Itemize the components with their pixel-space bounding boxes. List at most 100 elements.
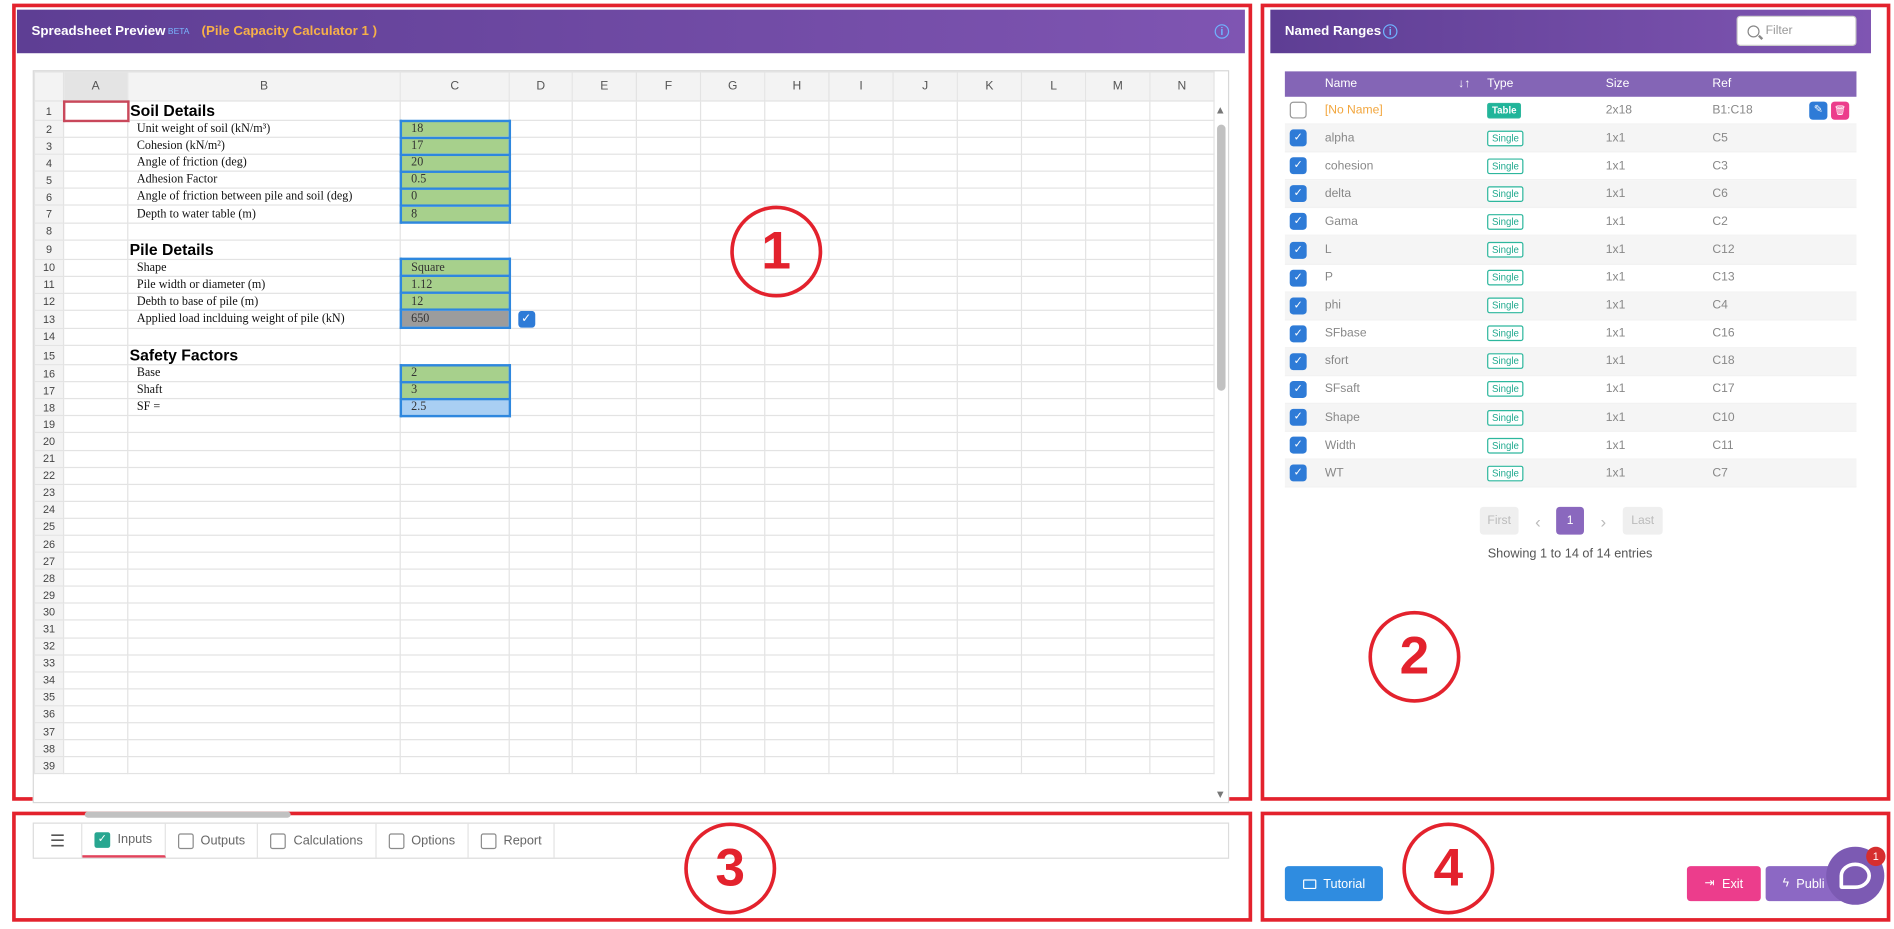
cell[interactable] [62, 170, 129, 190]
cell[interactable] [399, 100, 510, 121]
input-cell[interactable]: 650 [399, 308, 511, 330]
cell[interactable] [1085, 619, 1151, 639]
cell[interactable] [1020, 187, 1087, 207]
cell[interactable] [1149, 500, 1215, 519]
row-number[interactable]: 35 [33, 688, 65, 707]
cell[interactable] [127, 670, 401, 690]
cell[interactable] [828, 275, 894, 294]
cell[interactable] [892, 327, 958, 346]
cell[interactable] [127, 449, 401, 468]
input-cell[interactable]: 12 [399, 291, 511, 312]
named-range-row[interactable]: ✓ SFbase Single 1x1 C16 [1284, 320, 1857, 349]
input-cell[interactable]: 0 [399, 187, 511, 207]
cell[interactable] [892, 204, 958, 224]
cell[interactable] [571, 585, 637, 605]
cell[interactable] [1149, 258, 1215, 277]
named-range-row[interactable]: ✓ phi Single 1x1 C4 [1284, 292, 1857, 321]
cell[interactable] [699, 534, 766, 553]
cell[interactable] [508, 517, 573, 536]
cell[interactable] [699, 153, 766, 173]
cell[interactable] [62, 602, 129, 622]
cell[interactable] [892, 275, 958, 294]
cell[interactable] [62, 258, 129, 277]
cell[interactable] [62, 119, 129, 139]
cell[interactable] [764, 739, 830, 758]
cell[interactable] [699, 344, 766, 366]
cell[interactable] [956, 119, 1023, 139]
corner-cell[interactable] [33, 71, 65, 102]
cell[interactable] [699, 619, 766, 639]
cell[interactable] [1020, 119, 1087, 139]
cell[interactable] [571, 239, 637, 260]
cell[interactable] [508, 688, 573, 707]
cell[interactable] [62, 239, 129, 260]
cell[interactable] [399, 602, 510, 622]
cell[interactable] [764, 688, 830, 707]
cell[interactable] [699, 432, 766, 451]
cell[interactable] [956, 432, 1023, 451]
cell[interactable] [828, 432, 894, 451]
cell[interactable] [764, 534, 830, 553]
cell[interactable] [571, 204, 637, 224]
cell[interactable] [635, 344, 702, 366]
cell[interactable] [699, 722, 766, 741]
cell[interactable] [892, 705, 958, 724]
cell[interactable] [956, 239, 1023, 260]
cell[interactable] [62, 534, 129, 553]
cell[interactable] [635, 449, 702, 468]
cell[interactable] [1020, 568, 1087, 587]
named-range-row[interactable]: ✓ delta Single 1x1 C6 [1284, 180, 1857, 209]
cell[interactable] [508, 722, 573, 741]
sort-icon[interactable]: ↓↑ [1458, 77, 1470, 90]
cell[interactable] [828, 670, 894, 690]
selected-cell[interactable] [62, 99, 129, 122]
cell[interactable] [635, 756, 702, 775]
cell[interactable] [764, 568, 830, 587]
cell[interactable] [764, 398, 830, 417]
cell[interactable] [635, 636, 702, 656]
cell[interactable] [699, 705, 766, 724]
cell[interactable] [399, 222, 510, 241]
cell[interactable] [892, 483, 958, 502]
cell[interactable] [764, 327, 830, 346]
cell[interactable] [892, 722, 958, 741]
cell[interactable] [571, 100, 637, 121]
cell-label[interactable]: Adhesion Factor [127, 170, 401, 190]
cell[interactable] [399, 415, 510, 434]
row-number[interactable]: 18 [33, 398, 65, 417]
checkbox-icon[interactable] [177, 832, 194, 849]
tab-calculations[interactable]: Calculations [258, 823, 377, 858]
row-number[interactable]: 32 [33, 636, 65, 656]
cell[interactable] [828, 636, 894, 656]
cell[interactable] [1020, 153, 1087, 173]
named-range-row[interactable]: ✓ SFsaft Single 1x1 C17 [1284, 376, 1857, 405]
cell[interactable] [828, 364, 894, 383]
cell[interactable] [127, 739, 401, 758]
cell[interactable] [699, 483, 766, 502]
cell[interactable] [892, 100, 958, 121]
row-number[interactable]: 39 [33, 756, 65, 775]
cell[interactable] [1085, 153, 1151, 173]
column-header-i[interactable]: I [828, 71, 894, 102]
cell[interactable] [571, 466, 637, 485]
cell[interactable] [62, 275, 129, 294]
input-cell[interactable]: 20 [399, 153, 511, 173]
cell[interactable] [1020, 432, 1087, 451]
cell[interactable] [508, 653, 573, 673]
cell[interactable] [571, 670, 637, 690]
col-name-header[interactable]: Name [1325, 77, 1357, 90]
tab-report[interactable]: Report [468, 823, 555, 858]
cell[interactable] [956, 653, 1023, 673]
cell[interactable] [62, 309, 129, 329]
cell[interactable] [635, 670, 702, 690]
cell[interactable] [62, 551, 129, 570]
cell[interactable] [1149, 275, 1215, 294]
cell[interactable] [828, 756, 894, 775]
cell[interactable] [764, 415, 830, 434]
cell[interactable] [1020, 258, 1087, 277]
cell[interactable] [1085, 292, 1151, 311]
cell[interactable] [699, 309, 766, 329]
cell[interactable] [1085, 688, 1151, 707]
cell[interactable] [508, 739, 573, 758]
row-number[interactable]: 2 [33, 119, 65, 139]
